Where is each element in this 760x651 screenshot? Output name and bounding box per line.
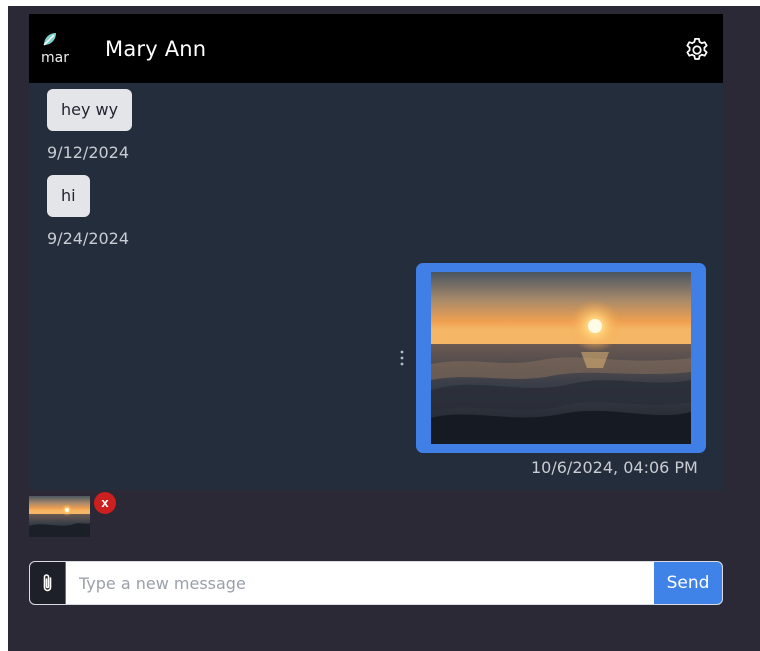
remove-attachment-button[interactable]: x	[94, 492, 116, 514]
image-message-bubble[interactable]	[416, 263, 706, 453]
message-input[interactable]	[66, 562, 654, 604]
attachment-thumbnail[interactable]	[29, 496, 90, 537]
message-date: 9/12/2024	[47, 143, 130, 162]
message-bubble-incoming[interactable]: hey wy	[47, 89, 133, 131]
kebab-icon[interactable]	[395, 347, 409, 369]
message-date: 9/24/2024	[47, 229, 130, 248]
attach-button[interactable]	[30, 562, 66, 604]
sunset-ocean-image[interactable]	[431, 272, 691, 444]
broken-image-icon	[43, 33, 56, 46]
send-button[interactable]: Send	[654, 562, 722, 604]
gear-icon[interactable]	[683, 36, 711, 64]
chat-header: mar Mary Ann	[29, 14, 723, 83]
contact-name: Mary Ann	[105, 37, 207, 61]
sunset-ocean-thumbnail	[29, 496, 90, 537]
chat-panel: mar Mary Ann hey wy 9/12/2024 hi 9/24/20…	[29, 14, 723, 490]
avatar[interactable]: mar	[39, 28, 77, 68]
message-composer: Send	[29, 561, 723, 605]
chat-app: mar Mary Ann hey wy 9/12/2024 hi 9/24/20…	[8, 6, 760, 651]
message-bubble-incoming[interactable]: hi	[47, 175, 90, 217]
message-timestamp: 10/6/2024, 04:06 PM	[531, 458, 698, 477]
paperclip-icon	[43, 574, 52, 592]
avatar-alt-text: mar	[41, 50, 69, 66]
